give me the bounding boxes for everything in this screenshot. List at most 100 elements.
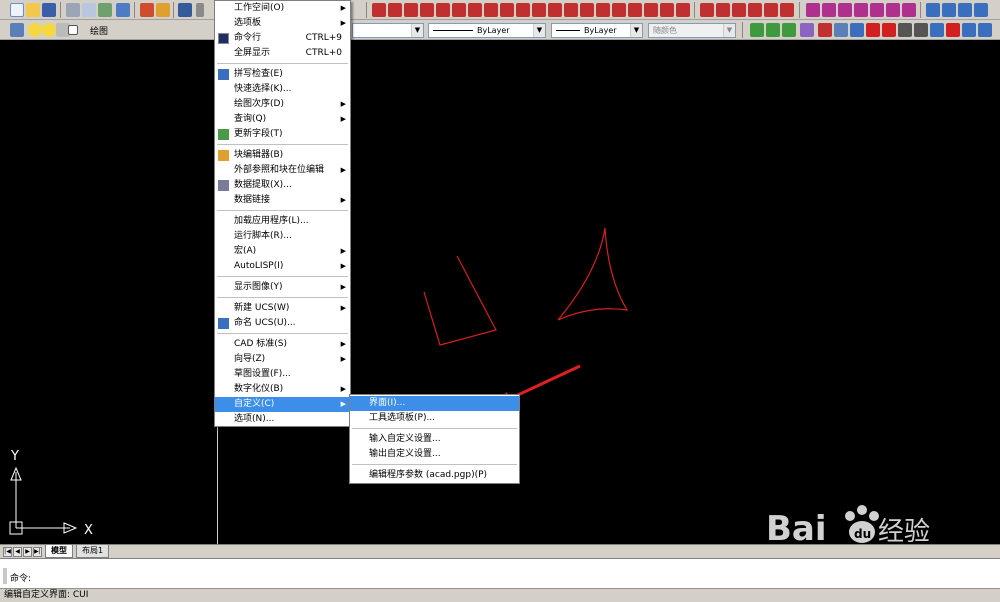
menu-item-spell-check[interactable]: 拼写检查(E) bbox=[215, 67, 350, 82]
tab-model[interactable]: 模型 bbox=[45, 545, 73, 558]
move-icon[interactable] bbox=[780, 3, 794, 17]
dim-aligned-icon[interactable] bbox=[388, 3, 402, 17]
menu-item-fullscreen[interactable]: 全屏显示 CTRL+0 bbox=[215, 46, 350, 61]
menu-item-autolisp[interactable]: AutoLISP(I) ▶ bbox=[215, 259, 350, 274]
dim-break-icon[interactable] bbox=[564, 3, 578, 17]
lineweight-dropdown[interactable]: ByLayer ▼ bbox=[551, 23, 643, 38]
menu-item-customize[interactable]: 自定义(C) ▶ bbox=[215, 397, 350, 412]
refresh-icon[interactable] bbox=[930, 23, 944, 37]
dim-jogged-icon[interactable] bbox=[452, 3, 466, 17]
menu-item-cad-standards[interactable]: CAD 标准(S) ▶ bbox=[215, 337, 350, 352]
menu-item-macro[interactable]: 宏(A) ▶ bbox=[215, 244, 350, 259]
dim-continue-icon[interactable] bbox=[532, 3, 546, 17]
dim-angular-icon[interactable] bbox=[484, 3, 498, 17]
snap-icon[interactable] bbox=[750, 23, 764, 37]
menu-item-wizards[interactable]: 向导(Z) ▶ bbox=[215, 352, 350, 367]
multiline-text-icon[interactable] bbox=[886, 3, 900, 17]
layer-manager-icon[interactable] bbox=[10, 23, 24, 37]
dim-baseline-icon[interactable] bbox=[516, 3, 530, 17]
menu-item-options[interactable]: 选项(N)... bbox=[215, 412, 350, 427]
osnap-icon[interactable] bbox=[834, 23, 848, 37]
menu-item-block-editor[interactable]: 块编辑器(B) bbox=[215, 148, 350, 163]
menu-item-new-ucs[interactable]: 新建 UCS(W) ▶ bbox=[215, 301, 350, 316]
arrow-icon[interactable] bbox=[882, 23, 896, 37]
submenu-item-export-customizations[interactable]: 输出自定义设置... bbox=[350, 447, 519, 462]
preview-icon[interactable] bbox=[82, 3, 96, 17]
rectangle-icon[interactable] bbox=[716, 3, 730, 17]
array-icon[interactable] bbox=[764, 3, 778, 17]
menu-item-palettes[interactable]: 选项板 ▶ bbox=[215, 16, 350, 31]
ortho-icon[interactable] bbox=[782, 23, 796, 37]
jogged-linear-icon[interactable] bbox=[628, 3, 642, 17]
layer-dropdown[interactable]: ▼ bbox=[352, 23, 424, 38]
first-tab-icon[interactable]: |◀ bbox=[3, 547, 12, 557]
mleader-style-icon[interactable] bbox=[854, 3, 868, 17]
dim-text-edit-icon[interactable] bbox=[660, 3, 674, 17]
submenu-item-edit-program-parameters[interactable]: 编辑程序参数 (acad.pgp)(P) bbox=[350, 468, 519, 483]
menu-item-display-image[interactable]: 显示图像(Y) ▶ bbox=[215, 280, 350, 295]
menu-item-run-script[interactable]: 运行脚本(R)... bbox=[215, 229, 350, 244]
current-layer-name[interactable]: 绘图 bbox=[90, 24, 108, 37]
menu-item-data-extraction[interactable]: 数据提取(X)... bbox=[215, 178, 350, 193]
dim-arc-icon[interactable] bbox=[404, 3, 418, 17]
menu-item-xref-edit[interactable]: 外部参照和块在位编辑 ▶ bbox=[215, 163, 350, 178]
open-file-icon[interactable] bbox=[26, 3, 40, 17]
pointer-icon[interactable] bbox=[914, 23, 928, 37]
undo-icon[interactable] bbox=[178, 3, 192, 17]
prev-tab-icon[interactable]: ◀ bbox=[13, 547, 22, 557]
center-mark-icon[interactable] bbox=[596, 3, 610, 17]
submenu-item-import-customizations[interactable]: 输入自定义设置... bbox=[350, 432, 519, 447]
menu-item-update-fields[interactable]: 更新字段(T) bbox=[215, 127, 350, 142]
menu-item-tablet[interactable]: 数字化仪(B) ▶ bbox=[215, 382, 350, 397]
dim-edit-icon[interactable] bbox=[644, 3, 658, 17]
mirror-icon[interactable] bbox=[732, 3, 746, 17]
dim-space-icon[interactable] bbox=[548, 3, 562, 17]
tolerance-icon[interactable] bbox=[580, 3, 594, 17]
zoom-icon[interactable] bbox=[962, 23, 976, 37]
text-style-icon[interactable] bbox=[822, 3, 836, 17]
menu-item-drafting-settings[interactable]: 草图设置(F)... bbox=[215, 367, 350, 382]
window-cascade-icon[interactable] bbox=[926, 3, 940, 17]
dim-radius-icon[interactable] bbox=[436, 3, 450, 17]
curved-triangle-shape[interactable] bbox=[557, 227, 629, 321]
flag-icon[interactable] bbox=[866, 23, 880, 37]
cursor-icon[interactable] bbox=[898, 23, 912, 37]
window-list-icon[interactable] bbox=[974, 3, 988, 17]
line-icon[interactable] bbox=[700, 3, 714, 17]
polar-icon[interactable] bbox=[818, 23, 832, 37]
mtext-icon[interactable] bbox=[902, 3, 916, 17]
table-style-icon[interactable] bbox=[838, 3, 852, 17]
linetype-dropdown[interactable]: ByLayer ▼ bbox=[428, 23, 546, 38]
command-scrollbar[interactable] bbox=[3, 568, 7, 584]
last-tab-icon[interactable]: ▶| bbox=[33, 547, 42, 557]
grid-icon[interactable] bbox=[766, 23, 780, 37]
menu-item-load-application[interactable]: 加载应用程序(L)... bbox=[215, 214, 350, 229]
save-icon[interactable] bbox=[42, 3, 56, 17]
window-arrange-icon[interactable] bbox=[958, 3, 972, 17]
pan-icon[interactable] bbox=[978, 23, 992, 37]
menu-item-quick-select[interactable]: 快速选择(K)... bbox=[215, 82, 350, 97]
next-tab-icon[interactable]: ▶ bbox=[23, 547, 32, 557]
menu-item-data-links[interactable]: 数据链接 ▶ bbox=[215, 193, 350, 208]
menu-item-workspaces[interactable]: 工作空间(O) ▶ bbox=[215, 1, 350, 16]
match-properties-icon[interactable] bbox=[140, 3, 154, 17]
offset-icon[interactable] bbox=[748, 3, 762, 17]
window-tile-icon[interactable] bbox=[942, 3, 956, 17]
menu-item-draw-order[interactable]: 绘图次序(D) ▶ bbox=[215, 97, 350, 112]
command-prompt[interactable]: 命令: bbox=[10, 571, 31, 584]
dim-update-icon[interactable] bbox=[676, 3, 690, 17]
redo-icon[interactable] bbox=[946, 23, 960, 37]
dim-linear-icon[interactable] bbox=[372, 3, 386, 17]
plotstyle-dropdown[interactable]: 随颜色 ▼ bbox=[648, 23, 736, 38]
plot-icon[interactable] bbox=[66, 3, 80, 17]
annotation-scale-icon[interactable] bbox=[870, 3, 884, 17]
submenu-item-tool-palettes[interactable]: 工具选项板(P)... bbox=[350, 411, 519, 426]
menu-item-named-ucs[interactable]: 命名 UCS(U)... bbox=[215, 316, 350, 331]
quick-dim-icon[interactable] bbox=[500, 3, 514, 17]
submenu-item-interface[interactable]: 界面(I)... bbox=[350, 396, 519, 411]
dim-diameter-icon[interactable] bbox=[468, 3, 482, 17]
open-polyline-shape[interactable] bbox=[423, 255, 497, 346]
dim-ordinate-icon[interactable] bbox=[420, 3, 434, 17]
inspect-icon[interactable] bbox=[612, 3, 626, 17]
publish-icon[interactable] bbox=[98, 3, 112, 17]
